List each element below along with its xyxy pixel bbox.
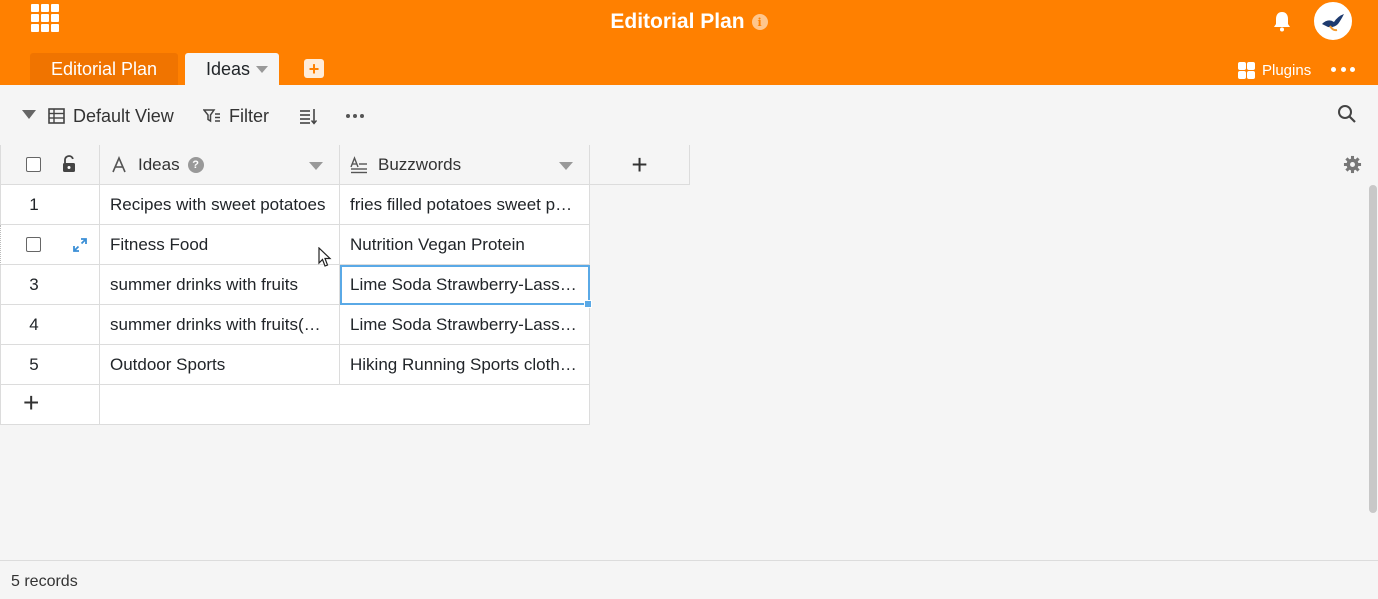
more-options-icon[interactable] (1331, 60, 1355, 78)
row-index-cell[interactable] (0, 225, 100, 265)
cell-text: Fitness Food (110, 234, 209, 254)
caret-down-icon[interactable] (309, 162, 323, 170)
cell-buzzwords-selected[interactable]: Lime Soda Strawberry-Lassi Smoothie (340, 265, 590, 305)
row-number: 3 (29, 274, 39, 294)
add-column-button[interactable]: + (590, 145, 690, 185)
row-index-cell[interactable]: 4 (0, 305, 100, 345)
cell-text: summer drinks with fruits(… (110, 314, 321, 334)
cell-text: Nutrition Vegan Protein (350, 234, 525, 254)
plugins-label: Plugins (1262, 61, 1312, 79)
gear-icon[interactable] (1343, 155, 1362, 174)
select-all-checkbox[interactable] (26, 157, 41, 172)
apps-grid-icon[interactable] (31, 4, 59, 32)
plugins-icon (1238, 61, 1255, 79)
mouse-cursor-icon (318, 247, 332, 267)
row-header-cell (0, 145, 100, 185)
fill-handle[interactable] (584, 300, 592, 308)
cell-text: Recipes with sweet potatoes (110, 194, 326, 214)
table-row[interactable]: 4 summer drinks with fruits(… Lime Soda … (0, 305, 590, 345)
filter-icon (203, 109, 220, 123)
table-view-icon (48, 108, 65, 124)
add-table-icon[interactable]: + (304, 59, 324, 78)
cell-buzzwords[interactable]: Lime Soda Strawberry-Lassi Smoothie (340, 305, 590, 345)
plugins-button[interactable]: Plugins (1238, 59, 1311, 81)
view-selector[interactable]: Default View (48, 105, 174, 127)
help-icon[interactable]: ? (187, 156, 204, 173)
row-number: 5 (29, 354, 39, 374)
tab-label: Editorial Plan (50, 58, 158, 79)
view-label: Default View (73, 105, 174, 126)
search-icon[interactable] (1337, 104, 1357, 124)
long-text-column-icon (350, 155, 367, 173)
more-toolbar-icon[interactable] (346, 105, 364, 127)
row-index-cell[interactable]: 1 (0, 185, 100, 225)
cell-text: Lime Soda Strawberry-Lassi Smoothie (350, 314, 578, 334)
cell-buzzwords[interactable]: Nutrition Vegan Protein (340, 225, 590, 265)
table-row[interactable]: Fitness Food Nutrition Vegan Protein (0, 225, 590, 265)
status-bar: 5 records (0, 560, 1378, 599)
sort-icon (300, 108, 317, 125)
column-header-ideas[interactable]: Ideas ? (100, 145, 340, 185)
filter-label: Filter (229, 105, 269, 126)
cell-text: Outdoor Sports (110, 354, 226, 374)
cell-text: Hiking Running Sports clothing (350, 354, 578, 374)
expand-row-icon[interactable] (73, 238, 87, 252)
caret-down-icon[interactable] (559, 162, 573, 170)
cell-ideas[interactable]: summer drinks with fruits(… (100, 305, 340, 345)
cell-ideas[interactable]: Fitness Food (100, 225, 340, 265)
cell-buzzwords[interactable]: Hiking Running Sports clothing (340, 345, 590, 385)
add-row-button[interactable]: + (0, 385, 100, 425)
caret-down-icon[interactable] (22, 110, 36, 119)
app-header: Editorial Plan i Editorial Plan Ideas + … (0, 0, 1378, 85)
add-column-label: + (631, 148, 648, 180)
add-row-blank[interactable] (100, 385, 590, 425)
user-avatar[interactable] (1314, 2, 1352, 40)
caret-down-icon[interactable] (256, 65, 269, 73)
table-row[interactable]: 1 Recipes with sweet potatoes fries fill… (0, 185, 590, 225)
text-column-icon (112, 155, 126, 172)
vertical-scrollbar[interactable] (1369, 185, 1377, 513)
cell-ideas[interactable]: Recipes with sweet potatoes (100, 185, 340, 225)
add-row-label: + (23, 387, 40, 418)
filter-button[interactable]: Filter (203, 105, 269, 127)
row-index-cell[interactable]: 3 (0, 265, 100, 305)
sort-button[interactable] (299, 105, 325, 127)
cell-text: Lime Soda Strawberry-Lassi Smoothie (350, 274, 578, 294)
column-header-row: Ideas ? Buzzwords + (0, 145, 690, 185)
add-row[interactable]: + (0, 385, 590, 425)
column-header-buzzwords[interactable]: Buzzwords (340, 145, 590, 185)
row-index-cell[interactable]: 5 (0, 345, 100, 385)
column-name: Ideas (138, 154, 180, 174)
record-count: 5 records (11, 573, 78, 590)
cell-text: fries filled potatoes sweet potatoes (350, 194, 578, 214)
row-number: 4 (29, 314, 39, 334)
cell-ideas[interactable]: Outdoor Sports (100, 345, 340, 385)
tab-label: Ideas (206, 58, 251, 79)
unlock-icon[interactable] (61, 155, 77, 173)
cell-ideas[interactable]: summer drinks with fruits (100, 265, 340, 305)
tab-ideas[interactable]: Ideas (185, 53, 279, 85)
row-number: 1 (29, 194, 39, 214)
row-checkbox[interactable] (26, 237, 41, 252)
cell-buzzwords[interactable]: fries filled potatoes sweet potatoes (340, 185, 590, 225)
base-title[interactable]: Editorial Plan (610, 10, 744, 34)
info-icon[interactable]: i (751, 14, 768, 30)
column-name: Buzzwords (378, 154, 462, 174)
tab-editorial-plan[interactable]: Editorial Plan (30, 53, 178, 85)
view-toolbar: Default View Filter (0, 85, 1378, 145)
bell-icon[interactable] (1272, 10, 1292, 32)
table-row[interactable]: 5 Outdoor Sports Hiking Running Sports c… (0, 345, 590, 385)
cell-text: summer drinks with fruits (110, 274, 298, 294)
base-title-bar: Editorial Plan i (0, 10, 1378, 34)
table-row[interactable]: 3 summer drinks with fruits Lime Soda St… (0, 265, 590, 305)
